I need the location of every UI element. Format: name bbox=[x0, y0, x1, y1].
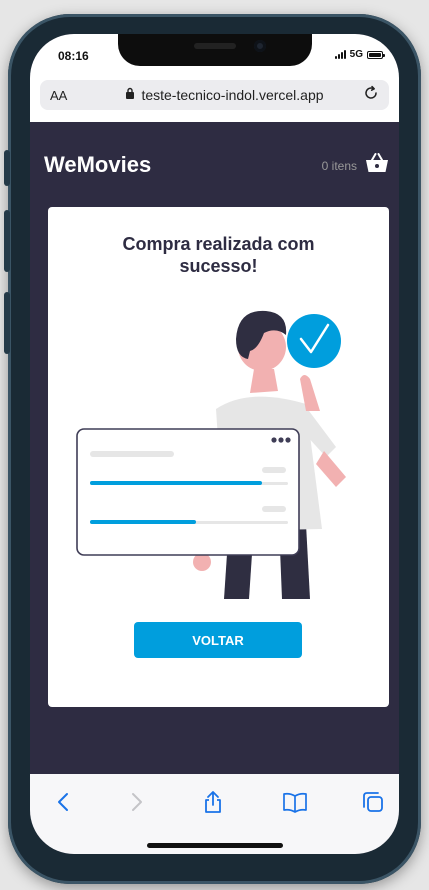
back-icon[interactable] bbox=[48, 789, 78, 815]
url-text: teste-tecnico-indol.vercel.app bbox=[141, 87, 324, 103]
browser-toolbar bbox=[30, 774, 399, 854]
tabs-icon[interactable] bbox=[358, 789, 388, 815]
phone-screen: 08:16 5G AA teste-tecnico-indol.vercel.a… bbox=[30, 34, 399, 854]
purchase-success-illustration bbox=[76, 310, 346, 599]
speaker bbox=[194, 43, 236, 49]
app-page: WeMovies 0 itens Compra realizada com su… bbox=[30, 122, 399, 774]
brand-logo[interactable]: WeMovies bbox=[44, 152, 151, 178]
side-button bbox=[4, 210, 10, 272]
side-button bbox=[4, 150, 10, 186]
battery-icon bbox=[367, 50, 385, 59]
cart-count: 0 itens bbox=[321, 158, 357, 173]
bookmarks-icon[interactable] bbox=[280, 789, 310, 815]
success-card: Compra realizada com sucesso! VOLTAR bbox=[48, 207, 389, 707]
basket-icon bbox=[365, 152, 389, 179]
signal-icon bbox=[334, 50, 346, 59]
browser-bar: AA teste-tecnico-indol.vercel.app bbox=[30, 80, 399, 122]
url-display[interactable]: teste-tecnico-indol.vercel.app bbox=[90, 86, 359, 104]
cart-button[interactable]: 0 itens bbox=[322, 152, 389, 179]
network-type: 5G bbox=[349, 49, 363, 60]
home-indicator bbox=[147, 843, 283, 848]
status-indicators: 5G bbox=[334, 49, 385, 60]
text-size-button[interactable]: AA bbox=[50, 88, 90, 103]
status-time: 08:16 bbox=[58, 49, 89, 63]
side-button bbox=[4, 292, 10, 354]
address-bar[interactable]: AA teste-tecnico-indol.vercel.app bbox=[40, 80, 389, 110]
reload-icon[interactable] bbox=[359, 85, 379, 106]
camera bbox=[254, 40, 266, 52]
success-title: Compra realizada com sucesso! bbox=[122, 234, 315, 276]
notch bbox=[118, 34, 312, 66]
lock-icon bbox=[125, 86, 135, 104]
forward-icon[interactable] bbox=[122, 789, 152, 815]
share-icon[interactable] bbox=[198, 789, 228, 815]
app-header: WeMovies 0 itens bbox=[30, 122, 399, 202]
back-button[interactable]: VOLTAR bbox=[134, 622, 302, 658]
